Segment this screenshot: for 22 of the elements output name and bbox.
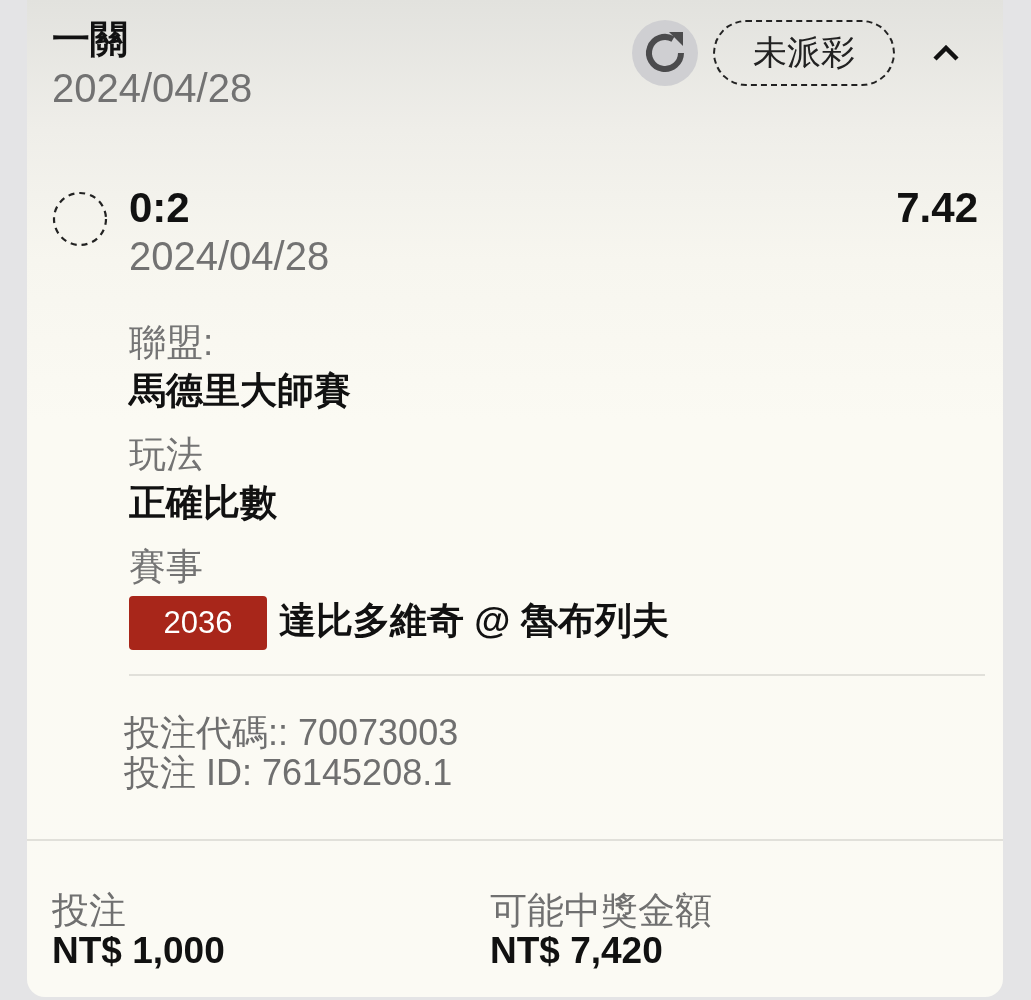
odds-value: 7.42 [896,186,978,230]
bet-date: 2024/04/28 [52,66,253,110]
detail-label: 聯盟: [129,321,215,365]
summary-amount: NT$ 7,420 [490,931,664,971]
match-code-tag: 2036 [129,596,267,650]
summary-label: 投注 [52,891,127,931]
refresh-icon[interactable] [632,20,698,86]
chevron-up-icon[interactable] [933,45,959,61]
detail-label: 賽事 [129,545,204,589]
summary-amount: NT$ 1,000 [52,931,226,971]
detail-value: 正確比數 [129,481,277,525]
status-badge: 未派彩 [713,20,895,86]
selection-score: 0:2 [129,186,190,230]
bet-type-title: 一關 [52,17,129,62]
event-date: 2024/04/28 [129,234,331,278]
summary-label: 可能中獎金額 [490,891,713,931]
detail-value: 達比多維奇 @ 魯布列夫 [279,599,669,643]
detail-value: 馬德里大師賽 [129,369,351,413]
reference-text: 投注代碼:: 70073003 [124,713,460,753]
reference-text: 投注 ID: 76145208.1 [124,753,454,793]
detail-label: 玩法 [129,433,204,477]
dashed-circle-icon [52,191,108,247]
